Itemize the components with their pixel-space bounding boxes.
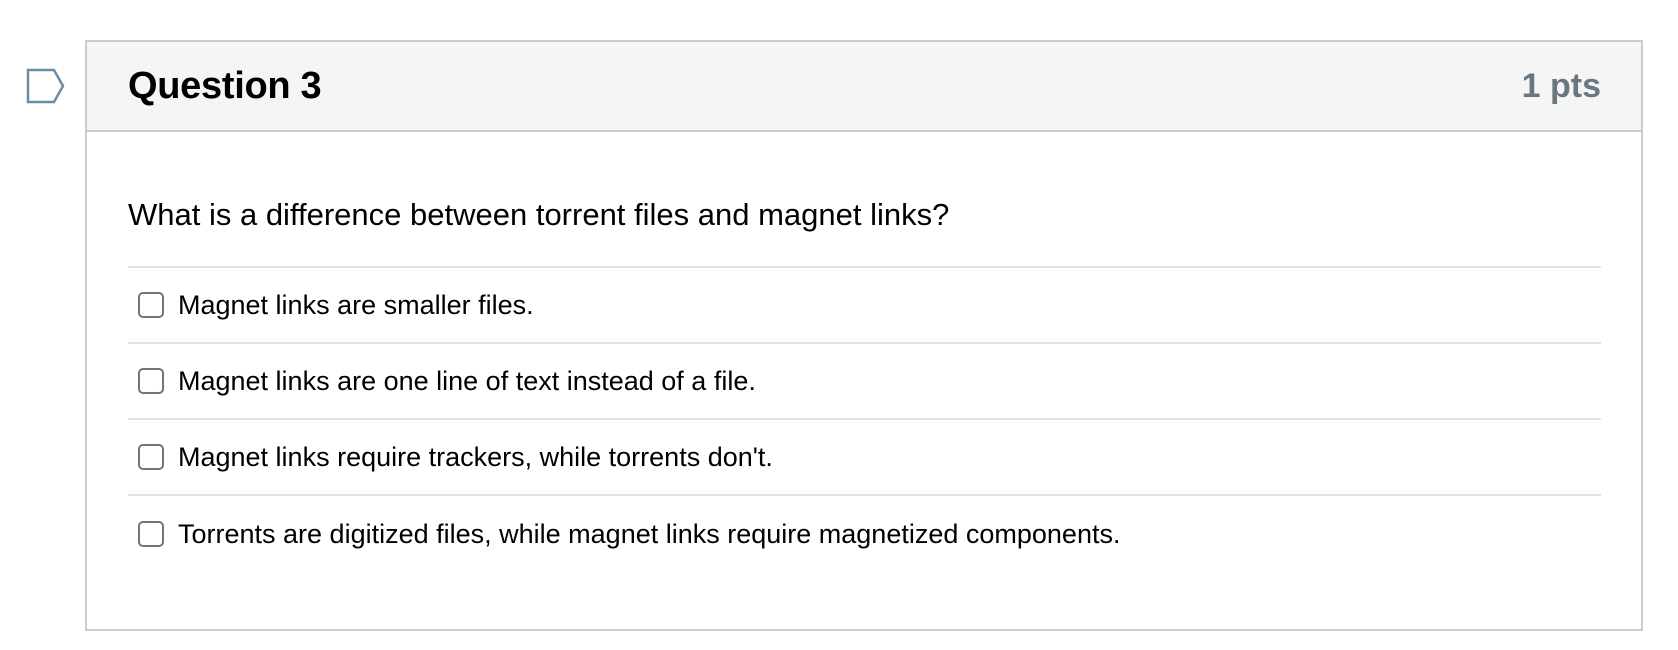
answer-label: Magnet links require trackers, while tor… <box>178 441 773 472</box>
question-points: 1 pts <box>1521 66 1601 105</box>
question-text: What is a difference between torrent fil… <box>128 197 950 232</box>
flag-icon <box>26 68 65 104</box>
answer-list: Magnet links are smaller files. Magnet l… <box>128 266 1601 572</box>
question-header: Question 3 1 pts <box>87 42 1641 132</box>
answer-option[interactable]: Magnet links are smaller files. <box>128 268 1601 344</box>
answer-checkbox[interactable] <box>138 444 164 470</box>
answer-label: Magnet links are smaller files. <box>178 289 534 320</box>
answer-label: Magnet links are one line of text instea… <box>178 365 756 396</box>
question-card: Question 3 1 pts What is a difference be… <box>85 40 1643 631</box>
answer-option[interactable]: Magnet links require trackers, while tor… <box>128 420 1601 496</box>
answer-checkbox[interactable] <box>138 292 164 318</box>
answer-label: Torrents are digitized files, while magn… <box>178 518 1121 549</box>
flag-question-button[interactable] <box>26 68 66 104</box>
answer-checkbox[interactable] <box>138 368 164 394</box>
answer-option[interactable]: Magnet links are one line of text instea… <box>128 344 1601 420</box>
answer-checkbox[interactable] <box>138 521 164 547</box>
answer-option[interactable]: Torrents are digitized files, while magn… <box>128 496 1601 572</box>
question-body: What is a difference between torrent fil… <box>87 132 1641 572</box>
question-title: Question 3 <box>128 64 322 107</box>
